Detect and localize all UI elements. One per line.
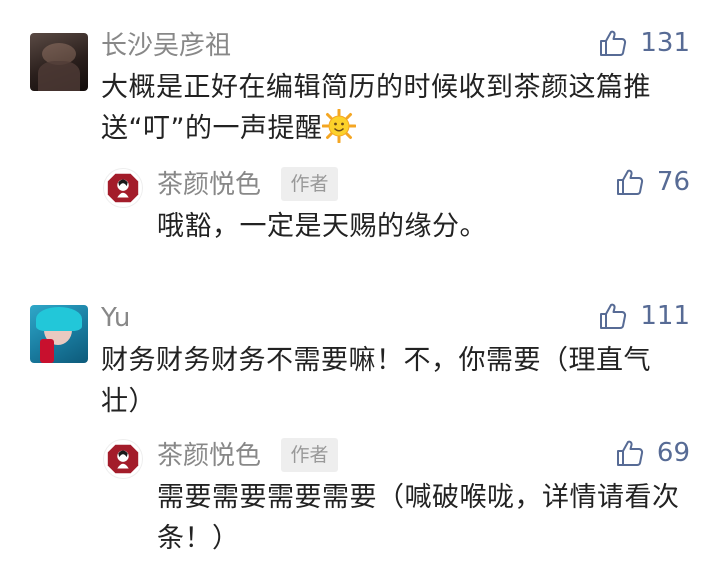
like-count: 69: [656, 438, 690, 468]
thumbs-up-icon: [616, 440, 643, 466]
reply-like-button[interactable]: 69: [615, 438, 690, 468]
reply-like-button[interactable]: 76: [615, 167, 690, 197]
commenter-avatar[interactable]: [30, 305, 88, 363]
like-count: 76: [656, 167, 690, 197]
brand-logo-icon: [107, 173, 139, 203]
thumbs-up-icon: [600, 303, 627, 329]
commenter-name[interactable]: Yu: [101, 303, 130, 333]
thumbs-up-icon: [616, 169, 643, 195]
author-name[interactable]: 茶颜悦色: [157, 170, 261, 200]
author-avatar[interactable]: [103, 439, 143, 479]
reply-text: 哦豁，一定是天赐的缘分。: [157, 211, 487, 242]
author-badge: 作者: [281, 167, 338, 201]
author-name[interactable]: 茶颜悦色: [157, 441, 261, 471]
author-badge: 作者: [281, 438, 338, 472]
author-avatar[interactable]: [103, 168, 143, 208]
commenter-name[interactable]: 长沙吴彦祖: [101, 31, 231, 61]
commenter-avatar[interactable]: [30, 33, 88, 91]
like-count: 111: [640, 301, 690, 331]
thumbs-up-icon: [600, 30, 627, 56]
like-count: 131: [640, 28, 690, 58]
comment-text: 大概是正好在编辑简历的时候收到茶颜这篇推送“叮”的一声提醒: [101, 72, 651, 144]
like-button[interactable]: 131: [598, 28, 690, 58]
sun-emoji-icon: [322, 109, 357, 143]
reply-text: 需要需要需要需要（喊破喉咙，详情请看次条！）: [157, 482, 680, 554]
like-button[interactable]: 111: [598, 301, 690, 331]
comment-text: 财务财务财务不需要嘛！不，你需要（理直气壮）: [101, 345, 651, 417]
brand-logo-icon: [107, 444, 139, 474]
